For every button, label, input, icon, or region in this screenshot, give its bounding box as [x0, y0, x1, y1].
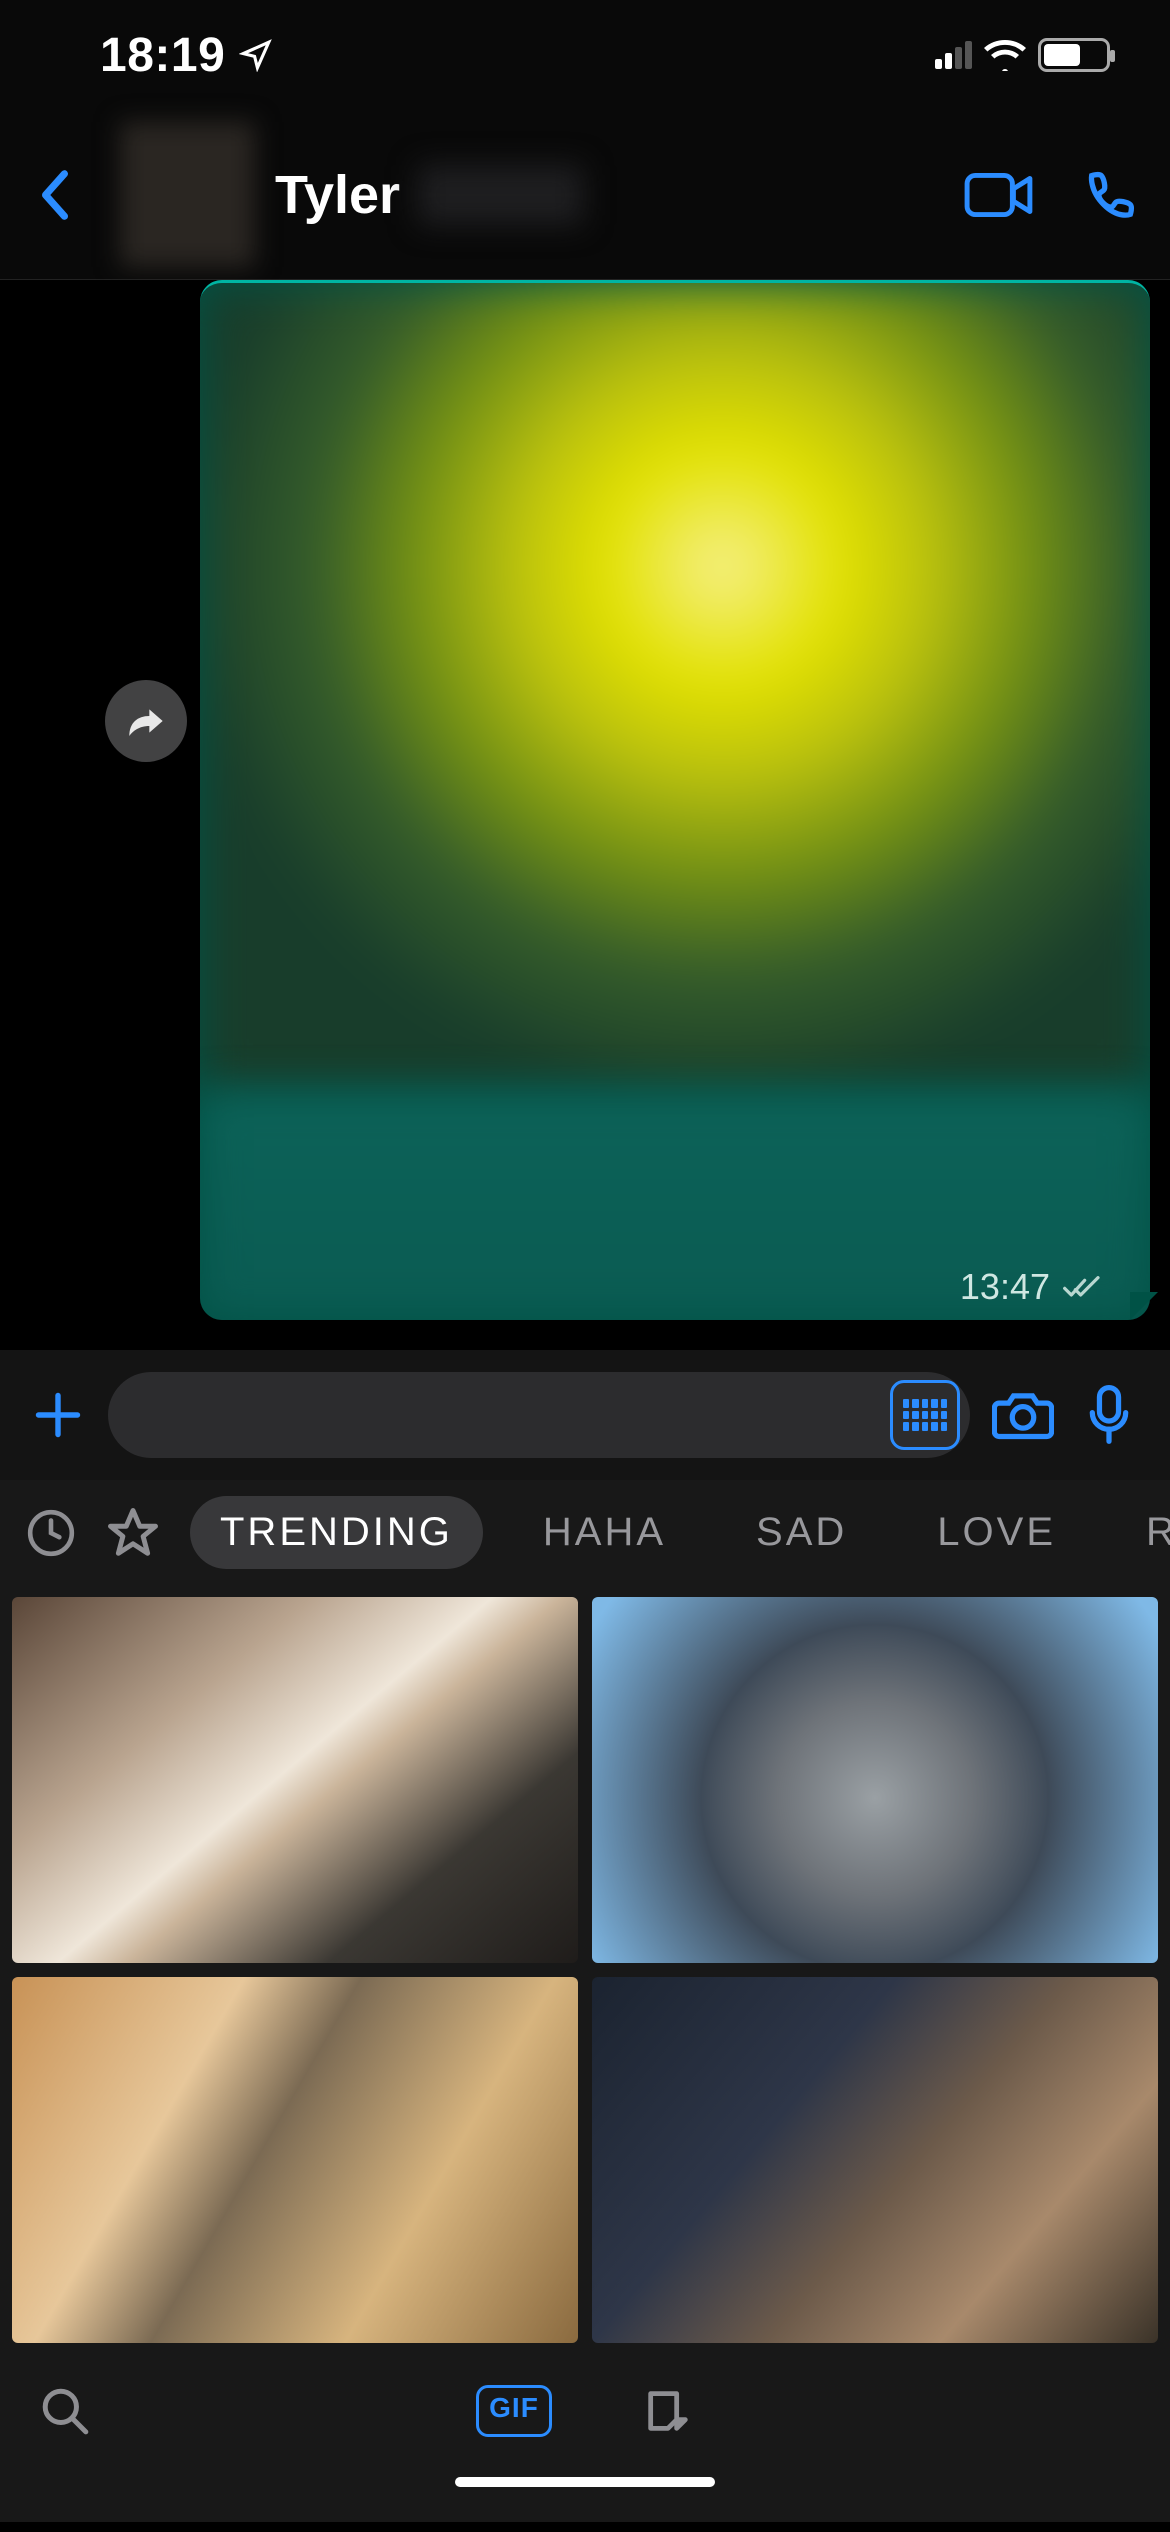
gif-category-tabs: TRENDING HAHA SAD LOVE REACTION — [0, 1480, 1170, 1585]
gif-category-love[interactable]: LOVE — [907, 1496, 1086, 1569]
keyboard-icon — [903, 1399, 947, 1431]
gif-tile[interactable] — [12, 1977, 578, 2343]
status-left: 18:19 — [100, 28, 273, 83]
recents-tab[interactable] — [26, 1508, 76, 1558]
gif-tile[interactable] — [12, 1597, 578, 1963]
gif-mode-button[interactable]: GIF — [476, 2385, 552, 2437]
gif-category-trending[interactable]: TRENDING — [190, 1496, 483, 1569]
forward-button[interactable] — [105, 680, 187, 762]
compose-bar — [0, 1350, 1170, 1480]
contact-name[interactable]: Tyler — [275, 164, 964, 226]
message-image[interactable] — [200, 283, 1150, 1092]
back-button[interactable] — [30, 145, 80, 245]
voice-call-button[interactable] — [1082, 166, 1140, 224]
outgoing-message-bubble[interactable]: 13:47 — [200, 280, 1150, 1320]
camera-button[interactable] — [990, 1382, 1056, 1448]
bubble-tail — [1130, 1292, 1158, 1320]
cellular-signal-icon — [935, 41, 972, 69]
chat-header: Tyler — [0, 110, 1170, 280]
home-indicator-area — [0, 2467, 1170, 2522]
video-call-button[interactable] — [964, 171, 1034, 219]
gif-search-button[interactable] — [40, 2386, 90, 2436]
battery-icon — [1038, 38, 1110, 72]
gif-category-sad[interactable]: SAD — [726, 1496, 877, 1569]
read-receipt-icon — [1062, 1274, 1102, 1300]
app-root: 18:19 Tyler — [0, 0, 1170, 2532]
gif-picker-bottom-bar: GIF — [0, 2355, 1170, 2467]
attach-button[interactable] — [28, 1385, 88, 1445]
gif-tile[interactable] — [592, 1597, 1158, 1963]
message-time: 13:47 — [960, 1266, 1050, 1308]
keyboard-toggle-button[interactable] — [890, 1380, 960, 1450]
home-indicator[interactable] — [455, 2477, 715, 2487]
message-input[interactable] — [108, 1372, 970, 1458]
contact-name-redacted — [418, 165, 583, 225]
contact-avatar[interactable] — [120, 122, 255, 267]
message-meta: 13:47 — [960, 1266, 1102, 1308]
contact-name-text: Tyler — [275, 164, 400, 226]
chat-messages[interactable]: 13:47 — [0, 280, 1170, 1350]
favorites-tab[interactable] — [106, 1506, 160, 1560]
gif-category-haha[interactable]: HAHA — [513, 1496, 696, 1569]
gif-tile[interactable] — [592, 1977, 1158, 2343]
status-time: 18:19 — [100, 28, 225, 83]
sticker-mode-button[interactable] — [642, 2385, 694, 2437]
status-bar: 18:19 — [0, 0, 1170, 110]
wifi-icon — [984, 39, 1026, 71]
location-arrow-icon — [239, 38, 273, 72]
picker-mode-switch: GIF — [90, 2385, 1080, 2437]
microphone-button[interactable] — [1076, 1382, 1142, 1448]
gif-category-reaction[interactable]: REACTION — [1116, 1496, 1170, 1569]
header-actions — [964, 166, 1140, 224]
status-right — [935, 38, 1110, 72]
gif-results-grid[interactable] — [0, 1585, 1170, 2355]
